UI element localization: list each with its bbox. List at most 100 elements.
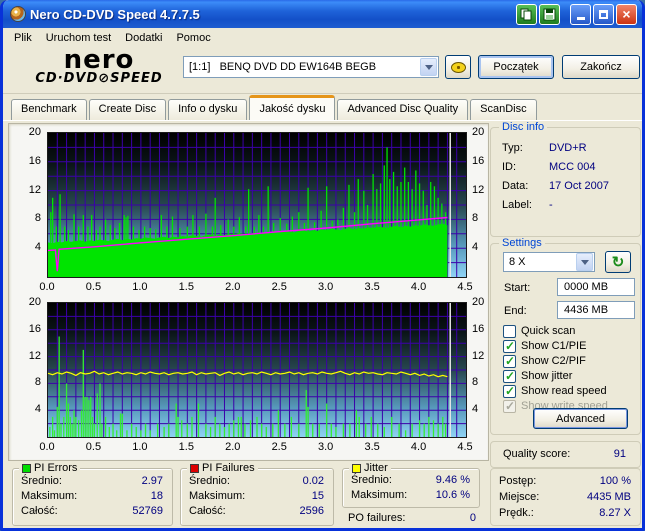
pi-errors-stats-box: PI Errors Średnio: 2.97 Maksimum: 18 Całoś… <box>12 462 173 526</box>
menu-dodatki[interactable]: Dodatki <box>118 30 169 46</box>
settings-box: Settings 8 X ↻ Start: 0000 MB End: 4436 … <box>490 237 641 435</box>
pi-failures-legend-icon <box>190 463 199 473</box>
axis-tick-label: 0.5 <box>85 441 102 453</box>
advanced-button[interactable]: Advanced <box>533 408 628 429</box>
po-failures-value: 0 <box>469 512 476 524</box>
speed-select-value: 8 X <box>509 256 526 268</box>
window-title: Nero CD-DVD Speed 4.7.7.5 <box>30 6 200 22</box>
quality-score-box: Quality score: 91 <box>490 441 641 468</box>
pi-errors-stats-title: PI Errors <box>34 462 78 474</box>
close-button[interactable]: × <box>616 3 637 25</box>
show-read-speed-checkbox[interactable]: Show read speed <box>503 384 607 398</box>
pi-failures-y-axis-left: 4 8 12 16 20 <box>15 296 43 438</box>
tab-info-o-dysku[interactable]: Info o dysku <box>168 99 248 120</box>
start-position-label: Start: <box>504 282 531 294</box>
speed-label: Prędk.: <box>499 507 534 519</box>
quick-scan-checkbox[interactable]: Quick scan <box>503 324 575 338</box>
axis-tick-label: 16 <box>28 322 41 335</box>
disc-id-value: MCC 004 <box>549 161 596 173</box>
end-position-label: End: <box>504 305 527 317</box>
pi-failures-total: 2596 <box>299 505 324 517</box>
axis-tick-label: 16 <box>28 154 41 167</box>
menu-uruchom-test[interactable]: Uruchom test <box>39 30 118 46</box>
menu-plik[interactable]: Plik <box>7 30 39 46</box>
end-position-field[interactable]: 4436 MB <box>557 301 635 319</box>
axis-tick-label: 2.0 <box>225 441 241 453</box>
tab-scandisc[interactable]: ScanDisc <box>470 99 537 120</box>
drive-select-dropdown-button[interactable] <box>420 58 437 76</box>
tab-advanced-disc-quality[interactable]: Advanced Disc Quality <box>337 99 469 120</box>
axis-tick-label: 16 <box>472 154 485 167</box>
axis-tick-label: 1.0 <box>132 281 148 293</box>
pi-failures-x-axis: 0.0 0.5 1.0 1.5 2.0 2.5 3.0 3.5 4.0 4.5 <box>39 441 472 454</box>
speed-select-dropdown-button[interactable] <box>576 253 593 271</box>
disc-label-label: Label: <box>502 199 532 211</box>
pi-failures-y-axis-right: 4 8 12 16 20 <box>470 296 488 438</box>
speed-value: 8.27 X <box>599 507 631 519</box>
exit-button[interactable]: Zakończ <box>562 55 640 79</box>
close-icon: × <box>622 6 631 22</box>
start-button[interactable]: Początek <box>478 55 554 79</box>
maximize-button[interactable] <box>593 3 614 25</box>
axis-tick-label: 3.0 <box>318 441 334 453</box>
tab-benchmark[interactable]: Benchmark <box>11 99 87 120</box>
chevron-down-icon <box>424 64 433 70</box>
disc-date-label: Data: <box>502 180 529 192</box>
pi-errors-y-axis-left: 4 8 12 16 20 <box>15 126 43 278</box>
pi-errors-plot <box>48 133 466 277</box>
checkbox-checked-icon <box>503 384 516 398</box>
show-jitter-checkbox[interactable]: Show jitter <box>503 369 572 383</box>
axis-tick-label: 4 <box>34 403 41 416</box>
pi-errors-max: 18 <box>150 490 163 502</box>
axis-tick-label: 12 <box>472 349 485 362</box>
checkbox-checked-disabled-icon <box>503 399 516 413</box>
axis-tick-label: 20 <box>28 126 41 138</box>
axis-tick-label: 8 <box>34 212 41 225</box>
pi-errors-chart <box>47 132 467 278</box>
show-c1-pie-checkbox[interactable]: Show C1/PIE <box>503 339 586 353</box>
eject-button[interactable] <box>445 55 471 79</box>
axis-tick-label: 4 <box>472 241 479 254</box>
checkbox-icon <box>503 324 516 338</box>
minimize-button[interactable] <box>570 3 591 25</box>
disc-info-title: Disc info <box>499 121 548 133</box>
pi-errors-x-axis: 0.0 0.5 1.0 1.5 2.0 2.5 3.0 3.5 4.0 4.5 <box>39 281 472 294</box>
refresh-button[interactable]: ↻ <box>605 251 631 273</box>
po-failures-label: PO failures: <box>348 512 406 524</box>
axis-tick-label: 12 <box>28 349 41 362</box>
axis-tick-label: 0.0 <box>39 441 55 453</box>
axis-tick-label: 1.5 <box>178 441 194 453</box>
jitter-legend-icon <box>352 463 361 473</box>
tab-create-disc[interactable]: Create Disc <box>88 99 167 120</box>
disc-date-value: 17 Oct 2007 <box>549 180 609 192</box>
disc-type-value: DVD+R <box>549 142 587 154</box>
progress-value: 100 % <box>599 475 631 487</box>
copy-to-clipboard-button[interactable] <box>516 3 537 25</box>
settings-title: Settings <box>499 237 545 249</box>
maximize-icon <box>599 9 608 19</box>
start-position-field[interactable]: 0000 MB <box>557 278 635 296</box>
drive-select[interactable]: [1:1] BENQ DVD DD EW164B BEGB <box>183 56 439 78</box>
copy-icon <box>520 8 532 20</box>
disc-icon <box>450 60 466 74</box>
axis-tick-label: 8 <box>34 376 41 389</box>
pi-errors-avg: 2.97 <box>141 475 163 487</box>
axis-tick-label: 0.0 <box>39 281 55 293</box>
tab-jakosc-dysku[interactable]: Jakość dysku <box>249 95 336 120</box>
axis-tick-label: 4 <box>472 403 479 416</box>
axis-tick-label: 4 <box>34 241 41 254</box>
disc-info-box: Disc info Typ: DVD+R ID: MCC 004 Data: 17 O… <box>490 121 641 237</box>
app-window: Nero CD-DVD Speed 4.7.7.5 × Plik Uruchom… <box>0 0 645 531</box>
jitter-stats-box: Jitter Średnio: 9.46 % Maksimum: 10.6 % <box>342 462 480 508</box>
save-results-button[interactable] <box>539 3 560 25</box>
menu-pomoc[interactable]: Pomoc <box>169 30 217 46</box>
checkbox-checked-icon <box>503 354 516 368</box>
show-c2-pif-checkbox[interactable]: Show C2/PIF <box>503 354 586 368</box>
axis-tick-label: 20 <box>472 126 485 138</box>
speed-select[interactable]: 8 X <box>503 252 595 272</box>
progress-label: Postęp: <box>499 475 537 487</box>
refresh-icon: ↻ <box>611 253 625 271</box>
title-bar[interactable]: Nero CD-DVD Speed 4.7.7.5 × <box>3 0 642 28</box>
floppy-save-icon <box>543 8 556 20</box>
pi-failures-avg: 0.02 <box>302 475 324 487</box>
